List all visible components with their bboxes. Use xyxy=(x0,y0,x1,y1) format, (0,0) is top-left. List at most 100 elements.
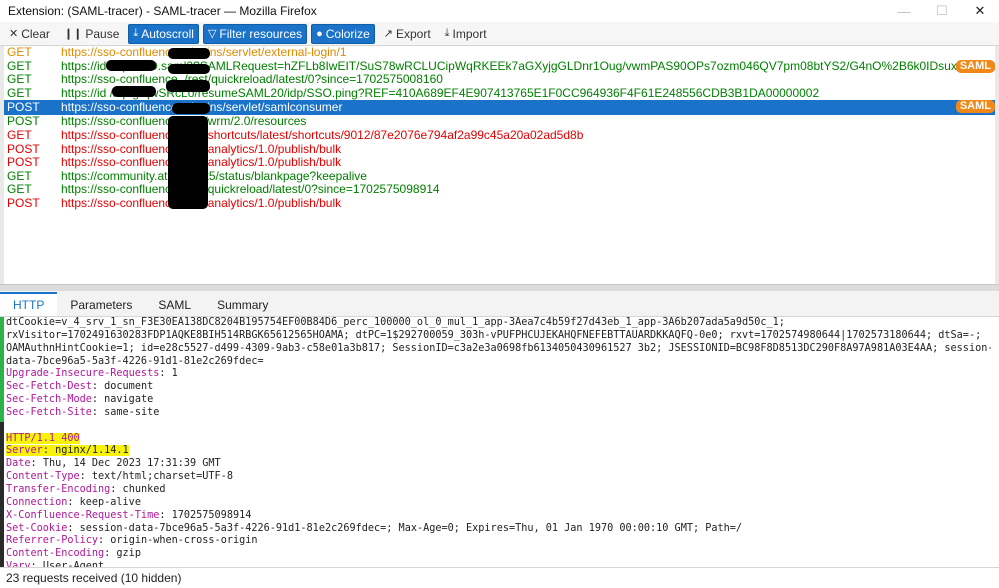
http-detail-line: dtCookie=v_4_srv_1_sn_F3E30EA138DC8204B1… xyxy=(6,317,991,330)
detail-tabs: HTTP Parameters SAML Summary xyxy=(0,291,999,317)
header-value: origin-when-cross-origin xyxy=(104,535,258,547)
request-row[interactable]: GET https://sso-confluence /rest/shortcut… xyxy=(4,127,997,143)
header-value: keep-alive xyxy=(73,496,141,508)
maximize-icon[interactable]: ☐ xyxy=(923,0,961,22)
saml-badge: SAML xyxy=(955,59,995,73)
http-detail-line: Sec-Fetch-Site: same-site xyxy=(6,407,991,420)
import-label: Import xyxy=(452,26,487,41)
request-row[interactable]: POST https://sso-confluence /rest/analyti… xyxy=(4,156,997,170)
tab-summary[interactable]: Summary xyxy=(204,294,281,316)
redaction-mark xyxy=(112,86,156,97)
header-name: Server xyxy=(6,445,43,457)
request-method: GET xyxy=(7,46,32,59)
request-list[interactable]: GET https://sso-confluence. plugins/servl… xyxy=(4,46,997,284)
http-detail-line: Content-Type: text/html;charset=UTF-8 xyxy=(6,471,991,484)
minimize-icon[interactable]: — xyxy=(885,0,923,22)
request-method: GET xyxy=(7,182,32,197)
header-value: session-data-7bce96a5-5a3f-4226-91d1-81e… xyxy=(73,522,743,534)
request-method: POST xyxy=(7,195,40,210)
header-name: Content-Type xyxy=(6,471,80,483)
redaction-mark xyxy=(106,60,156,71)
request-row[interactable]: GET https://sso-confluence. /rest/quickre… xyxy=(4,73,997,87)
detail-text: rxVisitor=1702491630283FDP1AQKE8BIH514RB… xyxy=(6,329,982,341)
request-url: https://community.atlass m/t5/status/bla… xyxy=(61,168,367,183)
http-detail-line: Connection: keep-alive xyxy=(6,497,991,510)
http-detail-line: OAMAuthnHintCookie=1; id=e28c5527-d499-4… xyxy=(6,343,991,356)
clear-button[interactable]: ✕ Clear xyxy=(4,24,55,44)
redaction-mark xyxy=(168,182,208,209)
http-detail-line: Referrer-Policy: origin-when-cross-origi… xyxy=(6,535,991,548)
tab-saml[interactable]: SAML xyxy=(145,294,204,316)
header-value: navigate xyxy=(98,394,154,406)
clear-icon: ✕ xyxy=(9,28,19,40)
colorize-icon: ● xyxy=(316,27,323,40)
redaction-mark xyxy=(172,103,210,114)
header-name: Connection xyxy=(6,496,68,508)
filter-resources-button[interactable]: ▽ Filter resources xyxy=(202,23,308,44)
http-detail-line: HTTP/1.1 400 xyxy=(6,432,991,446)
request-row[interactable]: GET https://sso-confluence /rest/quickrel… xyxy=(4,183,997,197)
pause-label: Pause xyxy=(85,26,120,41)
pause-button[interactable]: ❙❙ Pause xyxy=(59,24,124,44)
filter-icon: ▽ xyxy=(207,28,217,40)
request-url: https://sso-confluence. /rest/quickreloa… xyxy=(61,72,443,87)
header-value: chunked xyxy=(116,483,166,495)
clear-label: Clear xyxy=(21,26,50,41)
tab-parameters[interactable]: Parameters xyxy=(57,294,145,316)
filter-label: Filter resources xyxy=(219,26,303,41)
header-name: Referrer-Policy xyxy=(6,535,99,547)
header-value: same-site xyxy=(98,406,160,418)
import-button[interactable]: ⤓ Import xyxy=(440,24,492,44)
detail-left-bar xyxy=(0,317,4,567)
http-detail-line: data-7bce96a5-5a3f-4226-91d1-81e2c269fde… xyxy=(6,356,991,369)
colorize-button[interactable]: ● Colorize xyxy=(311,23,375,44)
request-row[interactable]: GET https://sso-confluence. plugins/servl… xyxy=(4,46,997,60)
request-method: GET xyxy=(7,127,32,142)
import-icon: ⤓ xyxy=(444,27,450,39)
response-status: HTTP/1.1 400 xyxy=(6,432,80,444)
autoscroll-button[interactable]: ⤓ Autoscroll xyxy=(128,23,199,44)
request-row[interactable]: POST https://sso-confluence /rest/analyti… xyxy=(4,195,997,211)
http-detail-line: Upgrade-Insecure-Requests: 1 xyxy=(6,368,991,381)
window-titlebar: Extension: (SAML-tracer) - SAML-tracer —… xyxy=(0,0,999,23)
request-url: https://sso-confluence /rest/shortcuts/l… xyxy=(61,127,584,142)
request-row[interactable]: POST https://sso-confluence /rest/analyti… xyxy=(4,141,997,157)
list-scrollbar[interactable] xyxy=(995,46,999,284)
header-name: X-Confluence-Request-Time xyxy=(6,509,160,521)
redaction-mark xyxy=(168,64,210,74)
window-title: Extension: (SAML-tracer) - SAML-tracer —… xyxy=(8,4,317,18)
http-detail-line: Sec-Fetch-Mode: navigate xyxy=(6,394,991,407)
http-detail-line: Content-Encoding: gzip xyxy=(6,548,991,561)
header-name: Sec-Fetch-Site xyxy=(6,406,92,418)
header-name: Transfer-Encoding xyxy=(6,483,111,495)
export-button[interactable]: ↗ Export xyxy=(379,24,436,44)
autoscroll-icon: ⤓ xyxy=(133,27,139,39)
http-detail-line: Set-Cookie: session-data-7bce96a5-5a3f-4… xyxy=(6,523,991,536)
request-row[interactable]: GET https://community.atlass m/t5/status/… xyxy=(4,168,997,184)
header-name: Date xyxy=(6,458,31,470)
request-method: GET xyxy=(7,85,32,100)
detail-text: data-7bce96a5-5a3f-4226-91d1-81e2c269fde… xyxy=(6,355,264,367)
redaction-mark xyxy=(166,80,210,92)
request-method: GET xyxy=(7,168,32,183)
header-name: Content-Encoding xyxy=(6,548,105,560)
request-method: GET xyxy=(7,72,32,87)
request-url: https://sso-confluence /rest/quickreload… xyxy=(61,182,440,197)
header-name: Sec-Fetch-Dest xyxy=(6,381,92,393)
redaction-mark xyxy=(168,48,210,59)
header-value: Thu, 14 Dec 2023 17:31:39 GMT xyxy=(36,458,221,470)
request-row[interactable]: POST https://sso-confluence /rest/wrm/2.0… xyxy=(4,115,997,129)
pause-icon: ❙❙ xyxy=(63,28,83,40)
header-name: Set-Cookie xyxy=(6,522,68,534)
http-detail-line: Date: Thu, 14 Dec 2023 17:31:39 GMT xyxy=(6,458,991,471)
header-value: gzip xyxy=(110,548,141,560)
http-details[interactable]: dtCookie=v_4_srv_1_sn_F3E30EA138DC8204B1… xyxy=(6,317,991,567)
header-value: 1 xyxy=(165,368,178,380)
autoscroll-label: Autoscroll xyxy=(141,26,194,41)
close-icon[interactable]: ✕ xyxy=(961,0,999,22)
request-method: GET xyxy=(7,58,32,73)
tab-http[interactable]: HTTP xyxy=(0,292,58,316)
request-method: POST xyxy=(7,155,40,170)
request-row[interactable]: POST https://sso-confluence. plugins/serv… xyxy=(4,100,997,116)
request-method: POST xyxy=(7,141,40,156)
